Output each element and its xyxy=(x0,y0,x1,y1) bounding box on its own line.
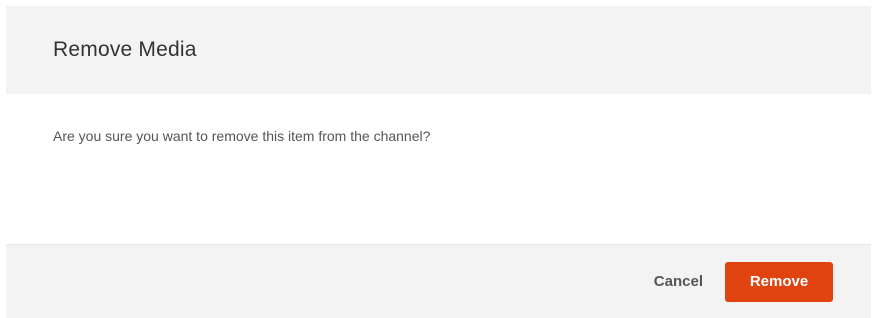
dialog-title: Remove Media xyxy=(53,38,197,61)
dialog-message: Are you sure you want to remove this ite… xyxy=(53,128,431,144)
dialog-footer: Cancel Remove xyxy=(6,244,871,318)
remove-button[interactable]: Remove xyxy=(725,261,833,302)
dialog-body: Are you sure you want to remove this ite… xyxy=(6,94,871,244)
cancel-button[interactable]: Cancel xyxy=(654,273,703,290)
remove-media-dialog: Remove Media Are you sure you want to re… xyxy=(6,6,871,318)
dialog-header: Remove Media xyxy=(6,6,871,94)
